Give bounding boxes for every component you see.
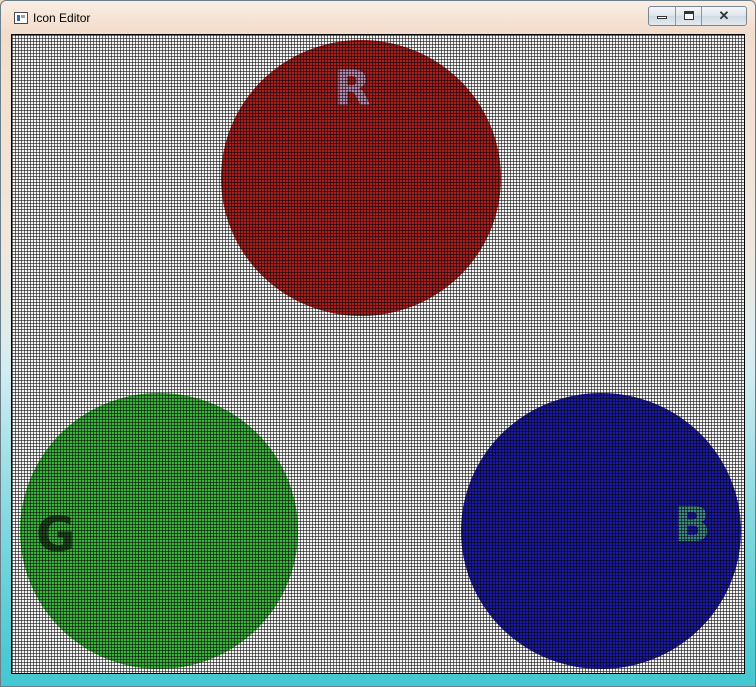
green-circle-letter: G — [36, 507, 76, 563]
title-bar[interactable]: Icon Editor ✕ — [1, 1, 755, 33]
icon-canvas[interactable]: R G B — [11, 34, 745, 674]
maximize-button[interactable] — [676, 7, 702, 25]
maximize-icon — [684, 11, 694, 20]
icon-editor-window: Icon Editor ✕ R G B — [0, 0, 756, 687]
minimize-icon — [657, 16, 667, 19]
minimize-button[interactable] — [649, 7, 676, 25]
close-icon: ✕ — [718, 8, 730, 23]
blue-circle-letter: B — [674, 497, 711, 553]
app-icon[interactable] — [14, 12, 28, 24]
close-button[interactable]: ✕ — [702, 7, 746, 25]
caption-buttons: ✕ — [648, 6, 747, 26]
window-title: Icon Editor — [33, 11, 91, 25]
red-circle-letter: R — [334, 61, 371, 117]
